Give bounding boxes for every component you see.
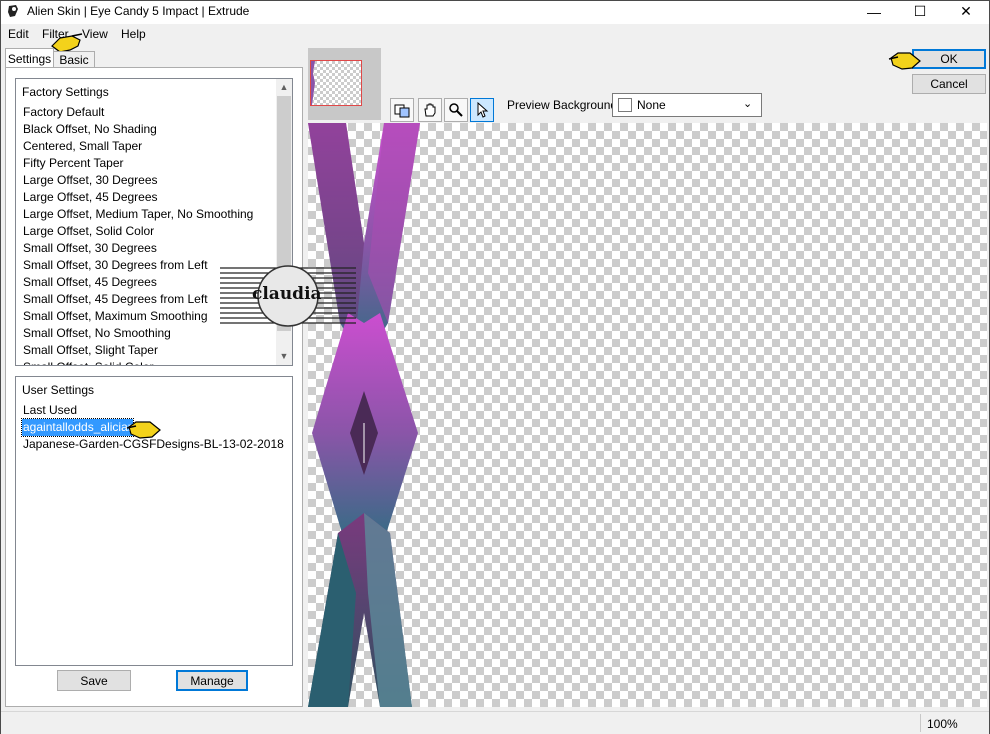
factory-setting-item[interactable]: Large Offset, 30 Degrees: [22, 172, 159, 189]
zoom-level-box: 100%: [920, 714, 987, 732]
hand-tool-button[interactable]: [418, 98, 442, 122]
background-swatch-icon: [618, 98, 632, 112]
factory-setting-item[interactable]: Small Offset, Maximum Smoothing: [22, 308, 209, 325]
hand-icon: [424, 103, 436, 117]
factory-setting-item[interactable]: Large Offset, 45 Degrees: [22, 189, 159, 206]
select-tool-button[interactable]: [470, 98, 494, 122]
factory-setting-item[interactable]: Small Offset, 45 Degrees from Left: [22, 291, 209, 308]
watermark-text: claudia: [252, 284, 322, 304]
zoom-level: 100%: [927, 717, 958, 731]
preview-compare-icon: [394, 104, 410, 118]
save-button[interactable]: Save: [57, 670, 131, 691]
factory-setting-item[interactable]: Large Offset, Solid Color: [22, 223, 155, 240]
navigator-viewport[interactable]: [310, 60, 362, 106]
preview-background-value: None: [637, 98, 666, 112]
maximize-icon: ☐: [913, 3, 927, 19]
watermark-logo: claudia: [220, 264, 356, 328]
user-setting-item[interactable]: againtallodds_aliciar: [21, 418, 134, 437]
factory-setting-item[interactable]: Small Offset, Solid Color: [22, 359, 155, 365]
scroll-up-arrow-icon[interactable]: ▲: [276, 79, 292, 95]
factory-setting-item[interactable]: Fifty Percent Taper: [22, 155, 125, 172]
window-title: Alien Skin | Eye Candy 5 Impact | Extrud…: [27, 4, 250, 18]
menu-view[interactable]: View: [82, 27, 108, 41]
chevron-down-icon: ⌄: [743, 98, 753, 110]
scroll-down-arrow-icon[interactable]: ▼: [276, 348, 292, 364]
cancel-button[interactable]: Cancel: [912, 74, 986, 94]
tab-settings-label: Settings: [7, 52, 52, 66]
manage-button[interactable]: Manage: [176, 670, 248, 691]
preview-background-dropdown[interactable]: None ⌄: [612, 93, 762, 117]
extrude-preview-shape: [308, 123, 420, 707]
tab-settings[interactable]: Settings: [5, 48, 54, 68]
menu-help[interactable]: Help: [121, 27, 146, 41]
factory-setting-item[interactable]: Factory Default: [22, 104, 105, 121]
tab-basic-label: Basic: [59, 53, 89, 67]
ok-button[interactable]: OK: [912, 49, 986, 69]
user-settings-heading: User Settings: [22, 383, 95, 397]
factory-setting-item[interactable]: Black Offset, No Shading: [22, 121, 158, 138]
ok-button-label: OK: [940, 52, 958, 66]
preview-background-label: Preview Background:: [507, 98, 621, 112]
minimize-button[interactable]: —: [851, 0, 897, 23]
pointing-hand-icon: [126, 421, 161, 439]
menu-edit[interactable]: Edit: [8, 27, 29, 41]
zoom-tool-button[interactable]: [444, 98, 468, 122]
pointing-hand-icon: [888, 52, 921, 70]
cancel-button-label: Cancel: [930, 77, 968, 91]
maximize-button[interactable]: ☐: [897, 0, 943, 23]
factory-setting-item[interactable]: Small Offset, Slight Taper: [22, 342, 159, 359]
preview-canvas[interactable]: [308, 123, 987, 707]
factory-setting-item[interactable]: Small Offset, No Smoothing: [22, 325, 172, 342]
alien-skin-app-icon: [8, 5, 18, 17]
save-button-label: Save: [80, 673, 108, 688]
factory-setting-item[interactable]: Large Offset, Medium Taper, No Smoothing: [22, 206, 254, 223]
factory-setting-item[interactable]: Small Offset, 45 Degrees: [22, 274, 158, 291]
minimize-icon: —: [867, 3, 881, 20]
magnifier-icon: [449, 103, 463, 117]
factory-setting-item[interactable]: Small Offset, 30 Degrees: [22, 240, 158, 257]
factory-setting-item[interactable]: Small Offset, 30 Degrees from Left: [22, 257, 209, 274]
navigator-shape: [311, 61, 315, 105]
zoom-fit-tool-button[interactable]: [390, 98, 414, 122]
close-icon: ✕: [960, 3, 972, 19]
factory-settings-heading: Factory Settings: [22, 85, 109, 99]
user-setting-item[interactable]: Last Used: [22, 402, 78, 419]
arrow-cursor-icon: [477, 102, 489, 118]
close-button[interactable]: ✕: [943, 0, 989, 23]
status-bar: [1, 711, 989, 734]
manage-button-label: Manage: [190, 673, 234, 688]
factory-setting-item[interactable]: Centered, Small Taper: [22, 138, 143, 155]
tab-basic[interactable]: Basic: [53, 51, 95, 68]
